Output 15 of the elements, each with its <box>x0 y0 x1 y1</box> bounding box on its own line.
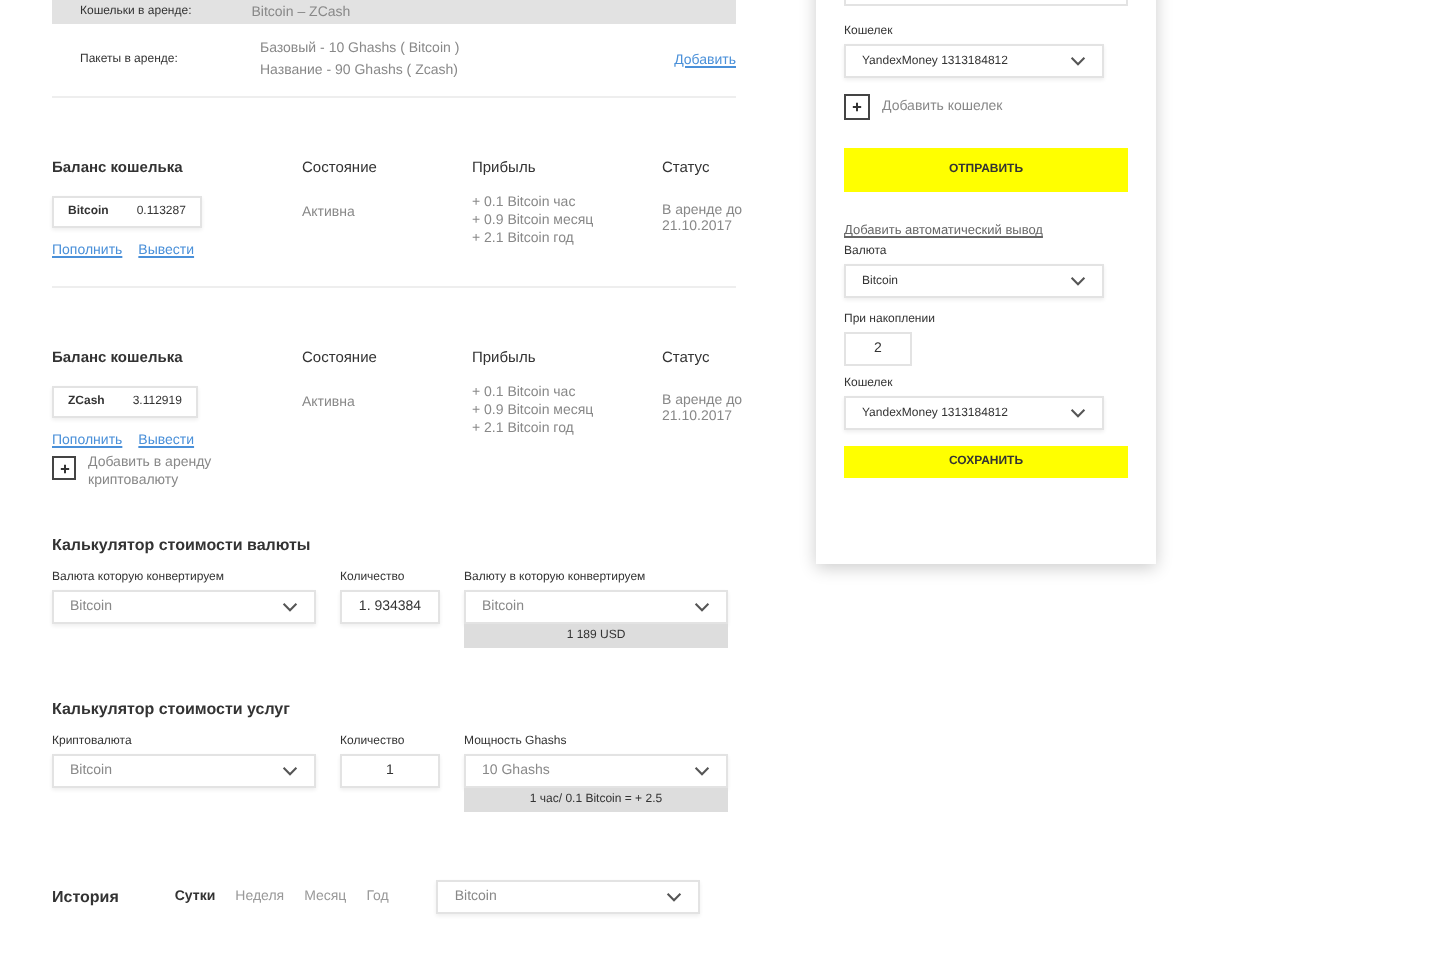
chevron-down-icon <box>694 765 710 775</box>
chevron-down-icon <box>1070 408 1086 418</box>
calculator-title: Калькулятор стоимости валюты <box>52 535 313 553</box>
chevron-down-icon <box>1070 56 1086 66</box>
chevron-down-icon <box>694 601 710 611</box>
plus-icon <box>59 463 69 473</box>
add-button[interactable] <box>52 456 76 480</box>
chevron-down-icon <box>282 765 298 775</box>
chevron-down-icon <box>666 891 683 901</box>
calculator-title: Калькулятор стоимости услуг <box>52 699 292 717</box>
history-title: История <box>52 887 119 905</box>
chevron-down-icon <box>1070 276 1086 286</box>
plus-icon <box>852 102 862 112</box>
chevron-down-icon <box>282 601 298 611</box>
add-button[interactable] <box>844 94 870 120</box>
